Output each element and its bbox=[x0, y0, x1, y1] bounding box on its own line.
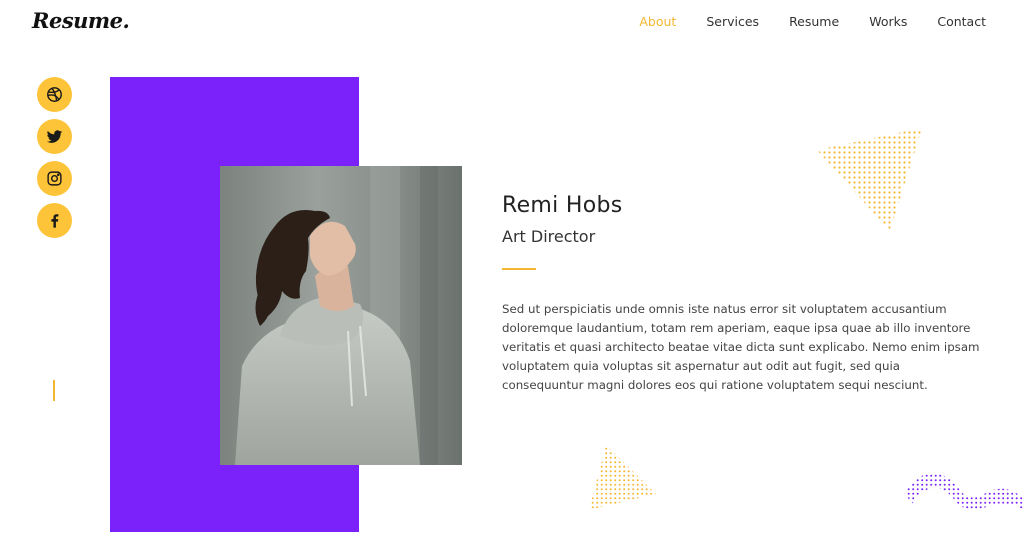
profile-name: Remi Hobs bbox=[502, 193, 623, 218]
main-nav: About Services Resume Works Contact bbox=[639, 14, 986, 29]
profile-photo bbox=[220, 166, 462, 465]
twitter-button[interactable] bbox=[37, 119, 72, 154]
profile-bio: Sed ut perspiciatis unde omnis iste natu… bbox=[502, 302, 980, 392]
dotted-triangle-top bbox=[812, 125, 927, 235]
facebook-button[interactable] bbox=[37, 203, 72, 238]
dotted-triangle-bottom bbox=[586, 442, 660, 514]
twitter-icon bbox=[46, 130, 63, 143]
scroll-indicator-line bbox=[53, 380, 55, 401]
nav-link-contact[interactable]: Contact bbox=[937, 14, 986, 29]
nav-link-about[interactable]: About bbox=[639, 14, 676, 29]
dribbble-button[interactable] bbox=[37, 77, 72, 112]
profile-role: Art Director bbox=[502, 227, 596, 246]
nav-link-resume[interactable]: Resume bbox=[789, 14, 839, 29]
nav-link-services[interactable]: Services bbox=[706, 14, 759, 29]
instagram-button[interactable] bbox=[37, 161, 72, 196]
nav-link-works[interactable]: Works bbox=[869, 14, 907, 29]
facebook-icon bbox=[51, 214, 59, 228]
social-links bbox=[37, 77, 72, 238]
instagram-icon bbox=[47, 171, 62, 186]
dotted-wave bbox=[902, 460, 1024, 512]
title-divider bbox=[502, 268, 536, 270]
site-logo[interactable]: Resume. bbox=[32, 8, 130, 33]
dribbble-icon bbox=[47, 87, 62, 102]
